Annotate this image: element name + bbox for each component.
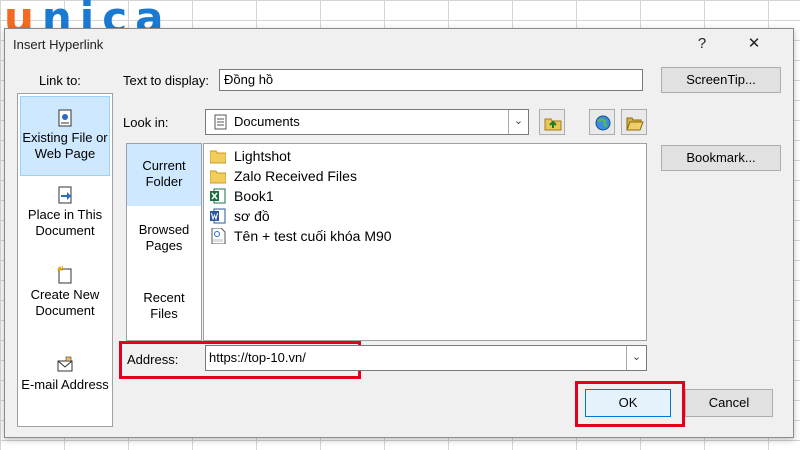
list-item[interactable]: Tên + test cuối khóa M90 — [210, 226, 392, 246]
help-button[interactable]: ? — [691, 33, 713, 55]
nav-current-folder[interactable]: Current Folder — [127, 144, 201, 206]
browse-web-button[interactable] — [589, 109, 615, 135]
existing-file-icon — [58, 109, 72, 127]
list-item[interactable]: Book1 — [210, 186, 274, 206]
pdf-file-icon — [211, 228, 226, 244]
list-item[interactable]: Zalo Received Files — [210, 166, 357, 186]
link-to-place-in-document[interactable]: Place in This Document — [20, 186, 110, 239]
address-label: Address: — [127, 352, 179, 367]
nav-browsed-pages[interactable]: Browsed Pages — [127, 222, 201, 254]
chevron-down-icon[interactable]: ⌄ — [626, 346, 646, 370]
chevron-down-icon[interactable]: ⌄ — [508, 110, 528, 134]
documents-icon — [214, 114, 227, 130]
link-to-email-address[interactable]: E-mail Address — [20, 356, 110, 393]
close-button[interactable]: ✕ — [743, 33, 765, 55]
list-item[interactable]: sơ đồ — [210, 206, 270, 226]
word-file-icon — [210, 208, 226, 224]
text-to-display-input[interactable]: Đồng hồ — [219, 69, 643, 91]
address-input[interactable]: https://top-10.vn/ ⌄ — [205, 345, 647, 371]
file-list: Lightshot Zalo Received Files Book1 sơ đ… — [203, 143, 647, 341]
globe-icon — [595, 115, 611, 131]
excel-file-icon — [210, 188, 226, 204]
text-to-display-label: Text to display: — [123, 73, 209, 88]
dialog-title: Insert Hyperlink — [13, 37, 104, 52]
nav-recent-files[interactable]: Recent Files — [127, 290, 201, 322]
place-in-document-icon — [58, 186, 72, 204]
link-to-bar: Existing File or Web Page Place in This … — [17, 93, 113, 427]
insert-hyperlink-dialog: Insert Hyperlink ? ✕ Link to: Existing F… — [4, 28, 794, 438]
link-to-label: Link to: — [39, 73, 81, 88]
look-in-label: Look in: — [123, 115, 169, 130]
create-new-document-icon — [57, 266, 72, 284]
screentip-button[interactable]: ScreenTip... — [661, 67, 781, 93]
browse-file-button[interactable] — [621, 109, 647, 135]
folder-up-icon — [544, 118, 562, 131]
email-icon — [57, 356, 73, 372]
look-in-value: Documents — [234, 114, 300, 129]
folder-icon — [210, 170, 226, 184]
link-to-existing-file[interactable]: Existing File or Web Page — [20, 96, 110, 176]
open-folder-icon — [626, 117, 644, 131]
list-item[interactable]: Lightshot — [210, 146, 291, 166]
look-in-dropdown[interactable]: Documents ⌄ — [205, 109, 529, 135]
address-value: https://top-10.vn/ — [209, 350, 306, 365]
browse-nav: Current Folder Browsed Pages Recent File… — [126, 143, 202, 341]
bookmark-button[interactable]: Bookmark... — [661, 145, 781, 171]
folder-icon — [210, 150, 226, 164]
link-to-create-new-document[interactable]: Create New Document — [20, 266, 110, 319]
cancel-button[interactable]: Cancel — [685, 389, 773, 417]
up-one-folder-button[interactable] — [539, 109, 565, 135]
ok-button[interactable]: OK — [585, 389, 671, 417]
